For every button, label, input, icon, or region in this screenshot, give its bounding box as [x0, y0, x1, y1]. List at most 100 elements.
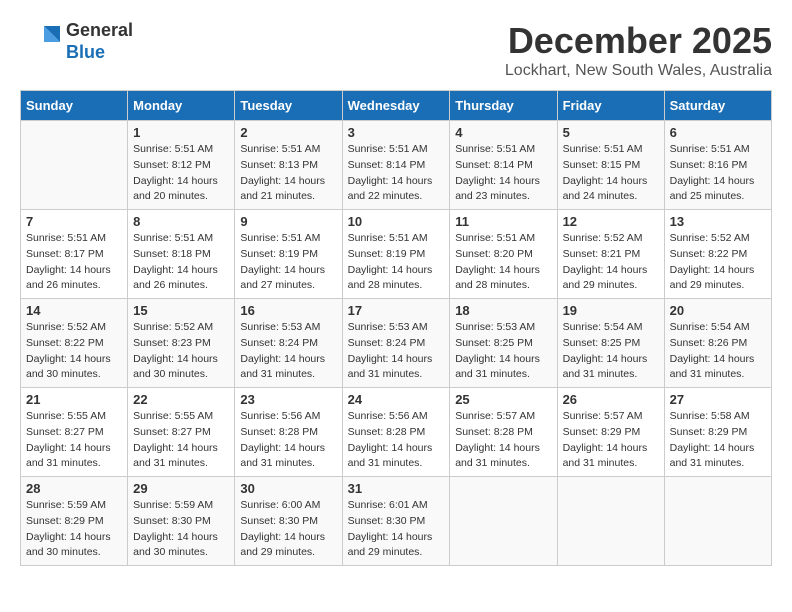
day-number: 17 — [348, 303, 445, 318]
logo-general: General — [66, 20, 133, 42]
calendar-cell — [450, 477, 557, 566]
calendar-cell: 16Sunrise: 5:53 AM Sunset: 8:24 PM Dayli… — [235, 299, 342, 388]
calendar-cell: 5 Sunrise: 5:51 AM Sunset: 8:15 PM Daylig… — [557, 121, 664, 210]
day-number: 8 — [133, 214, 229, 229]
day-number: 18 — [455, 303, 551, 318]
calendar-cell: 19 Sunrise: 5:54 AM Sunset: 8:25 PM Dayli… — [557, 299, 664, 388]
calendar-cell: 20Sunrise: 5:54 AM Sunset: 8:26 PM Dayli… — [664, 299, 771, 388]
day-number: 26 — [563, 392, 659, 407]
calendar-cell: 29Sunrise: 5:59 AM Sunset: 8:30 PM Dayli… — [128, 477, 235, 566]
day-info: Sunrise: 5:51 AM Sunset: 8:12 PM Dayligh… — [133, 142, 229, 205]
calendar-cell: 2 Sunrise: 5:51 AM Sunset: 8:13 PM Daylig… — [235, 121, 342, 210]
calendar-week-row: 7 Sunrise: 5:51 AM Sunset: 8:17 PM Daylig… — [21, 210, 772, 299]
logo: General Blue — [20, 20, 133, 63]
calendar-cell: 13 Sunrise: 5:52 AM Sunset: 8:22 PM Dayli… — [664, 210, 771, 299]
logo-icon — [20, 22, 60, 62]
day-info: Sunrise: 5:56 AM Sunset: 8:28 PM Dayligh… — [348, 409, 445, 472]
calendar-cell: 4 Sunrise: 5:51 AM Sunset: 8:14 PM Daylig… — [450, 121, 557, 210]
logo-blue: Blue — [66, 42, 133, 64]
day-number: 2 — [240, 125, 336, 140]
calendar-cell: 27Sunrise: 5:58 AM Sunset: 8:29 PM Dayli… — [664, 388, 771, 477]
day-number: 16 — [240, 303, 336, 318]
calendar-cell: 12 Sunrise: 5:52 AM Sunset: 8:21 PM Dayli… — [557, 210, 664, 299]
day-number: 9 — [240, 214, 336, 229]
calendar-week-row: 14 Sunrise: 5:52 AM Sunset: 8:22 PM Dayli… — [21, 299, 772, 388]
day-info: Sunrise: 5:59 AM Sunset: 8:29 PM Dayligh… — [26, 498, 122, 561]
day-number: 19 — [563, 303, 659, 318]
calendar-cell: 31Sunrise: 6:01 AM Sunset: 8:30 PM Dayli… — [342, 477, 450, 566]
day-number: 13 — [670, 214, 766, 229]
calendar-week-row: 21 Sunrise: 5:55 AM Sunset: 8:27 PM Dayli… — [21, 388, 772, 477]
title-section: December 2025 Lockhart, New South Wales,… — [505, 20, 772, 80]
calendar-cell: 8 Sunrise: 5:51 AM Sunset: 8:18 PM Daylig… — [128, 210, 235, 299]
location-title: Lockhart, New South Wales, Australia — [505, 62, 772, 80]
calendar-cell: 9 Sunrise: 5:51 AM Sunset: 8:19 PM Daylig… — [235, 210, 342, 299]
calendar-cell: 15Sunrise: 5:52 AM Sunset: 8:23 PM Dayli… — [128, 299, 235, 388]
day-number: 3 — [348, 125, 445, 140]
day-number: 22 — [133, 392, 229, 407]
header-day-saturday: Saturday — [664, 91, 771, 121]
day-info: Sunrise: 5:54 AM Sunset: 8:25 PM Dayligh… — [563, 320, 659, 383]
calendar-cell: 10 Sunrise: 5:51 AM Sunset: 8:19 PM Dayli… — [342, 210, 450, 299]
calendar-week-row: 1 Sunrise: 5:51 AM Sunset: 8:12 PM Daylig… — [21, 121, 772, 210]
day-info: Sunrise: 5:51 AM Sunset: 8:20 PM Dayligh… — [455, 231, 551, 294]
day-info: Sunrise: 5:51 AM Sunset: 8:17 PM Dayligh… — [26, 231, 122, 294]
calendar-cell: 7 Sunrise: 5:51 AM Sunset: 8:17 PM Daylig… — [21, 210, 128, 299]
day-number: 27 — [670, 392, 766, 407]
calendar-cell — [557, 477, 664, 566]
calendar-cell: 6Sunrise: 5:51 AM Sunset: 8:16 PM Daylig… — [664, 121, 771, 210]
day-info: Sunrise: 5:52 AM Sunset: 8:22 PM Dayligh… — [670, 231, 766, 294]
calendar-cell — [664, 477, 771, 566]
day-number: 24 — [348, 392, 445, 407]
day-number: 23 — [240, 392, 336, 407]
day-info: Sunrise: 5:56 AM Sunset: 8:28 PM Dayligh… — [240, 409, 336, 472]
day-number: 12 — [563, 214, 659, 229]
calendar-cell: 14 Sunrise: 5:52 AM Sunset: 8:22 PM Dayli… — [21, 299, 128, 388]
day-info: Sunrise: 6:00 AM Sunset: 8:30 PM Dayligh… — [240, 498, 336, 561]
day-number: 10 — [348, 214, 445, 229]
calendar-week-row: 28 Sunrise: 5:59 AM Sunset: 8:29 PM Dayli… — [21, 477, 772, 566]
day-info: Sunrise: 5:52 AM Sunset: 8:22 PM Dayligh… — [26, 320, 122, 383]
calendar-cell: 23 Sunrise: 5:56 AM Sunset: 8:28 PM Dayli… — [235, 388, 342, 477]
header-day-friday: Friday — [557, 91, 664, 121]
day-info: Sunrise: 5:51 AM Sunset: 8:16 PM Dayligh… — [670, 142, 766, 205]
day-number: 11 — [455, 214, 551, 229]
header-day-monday: Monday — [128, 91, 235, 121]
day-number: 30 — [240, 481, 336, 496]
day-number: 1 — [133, 125, 229, 140]
day-info: Sunrise: 5:52 AM Sunset: 8:23 PM Dayligh… — [133, 320, 229, 383]
day-number: 28 — [26, 481, 122, 496]
day-info: Sunrise: 5:57 AM Sunset: 8:29 PM Dayligh… — [563, 409, 659, 472]
day-number: 14 — [26, 303, 122, 318]
logo-text: General Blue — [66, 20, 133, 63]
day-number: 4 — [455, 125, 551, 140]
day-number: 5 — [563, 125, 659, 140]
calendar-cell: 30 Sunrise: 6:00 AM Sunset: 8:30 PM Dayli… — [235, 477, 342, 566]
day-info: Sunrise: 5:53 AM Sunset: 8:25 PM Dayligh… — [455, 320, 551, 383]
calendar-cell — [21, 121, 128, 210]
calendar-cell: 18 Sunrise: 5:53 AM Sunset: 8:25 PM Dayli… — [450, 299, 557, 388]
day-number: 25 — [455, 392, 551, 407]
calendar-cell: 21 Sunrise: 5:55 AM Sunset: 8:27 PM Dayli… — [21, 388, 128, 477]
day-info: Sunrise: 5:51 AM Sunset: 8:14 PM Dayligh… — [455, 142, 551, 205]
day-info: Sunrise: 5:51 AM Sunset: 8:14 PM Dayligh… — [348, 142, 445, 205]
day-number: 21 — [26, 392, 122, 407]
day-number: 7 — [26, 214, 122, 229]
calendar-cell: 17 Sunrise: 5:53 AM Sunset: 8:24 PM Dayli… — [342, 299, 450, 388]
day-number: 29 — [133, 481, 229, 496]
day-info: Sunrise: 5:52 AM Sunset: 8:21 PM Dayligh… — [563, 231, 659, 294]
calendar-cell: 3 Sunrise: 5:51 AM Sunset: 8:14 PM Daylig… — [342, 121, 450, 210]
day-info: Sunrise: 5:51 AM Sunset: 8:19 PM Dayligh… — [240, 231, 336, 294]
day-info: Sunrise: 5:54 AM Sunset: 8:26 PM Dayligh… — [670, 320, 766, 383]
day-info: Sunrise: 5:51 AM Sunset: 8:15 PM Dayligh… — [563, 142, 659, 205]
day-info: Sunrise: 5:57 AM Sunset: 8:28 PM Dayligh… — [455, 409, 551, 472]
day-info: Sunrise: 5:51 AM Sunset: 8:19 PM Dayligh… — [348, 231, 445, 294]
calendar-cell: 11 Sunrise: 5:51 AM Sunset: 8:20 PM Dayli… — [450, 210, 557, 299]
day-info: Sunrise: 5:51 AM Sunset: 8:13 PM Dayligh… — [240, 142, 336, 205]
calendar-body: 1 Sunrise: 5:51 AM Sunset: 8:12 PM Daylig… — [21, 121, 772, 566]
day-info: Sunrise: 5:51 AM Sunset: 8:18 PM Dayligh… — [133, 231, 229, 294]
calendar-table: SundayMondayTuesdayWednesdayThursdayFrid… — [20, 90, 772, 566]
header-day-tuesday: Tuesday — [235, 91, 342, 121]
day-info: Sunrise: 5:53 AM Sunset: 8:24 PM Dayligh… — [348, 320, 445, 383]
day-info: Sunrise: 5:55 AM Sunset: 8:27 PM Dayligh… — [26, 409, 122, 472]
